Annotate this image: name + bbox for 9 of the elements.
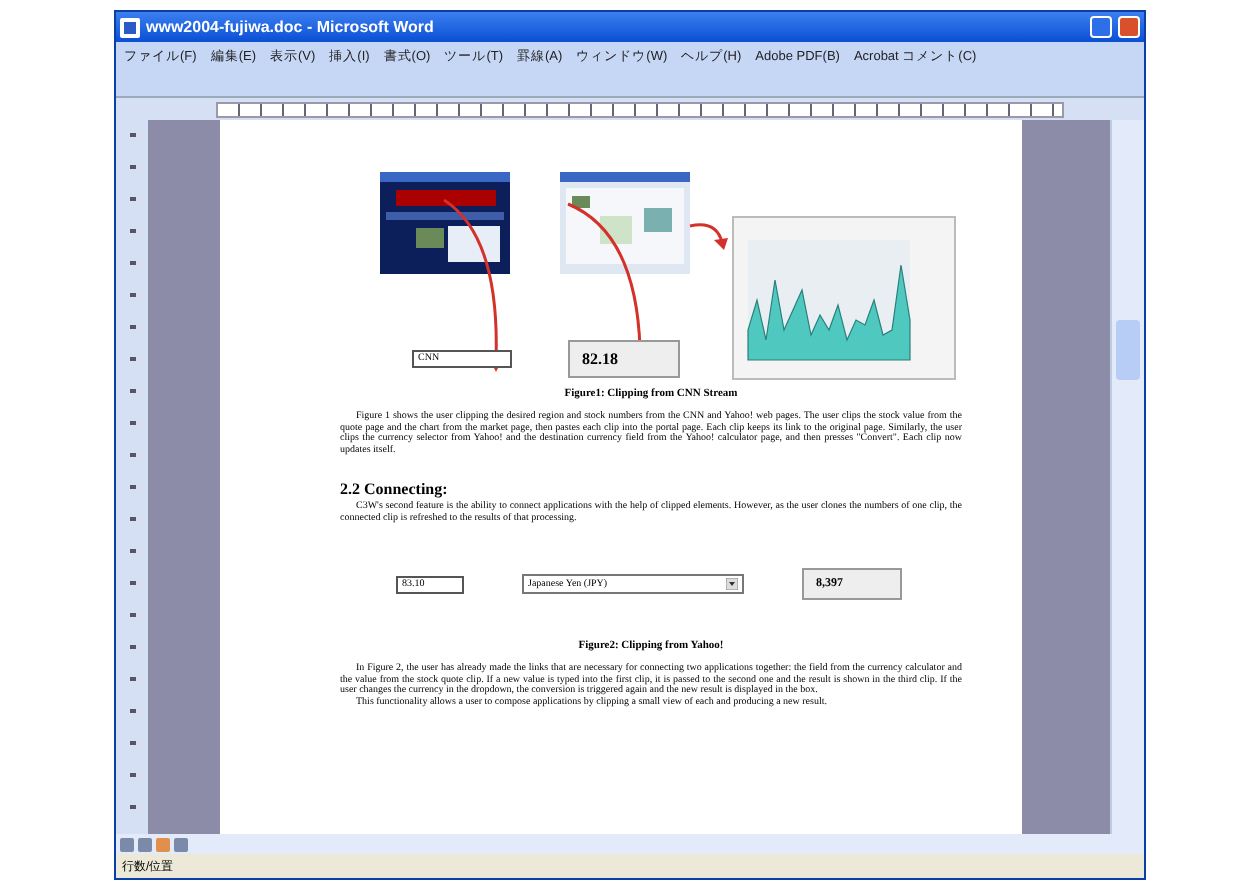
minimize-button[interactable] xyxy=(1090,16,1112,38)
vertical-scrollbar[interactable] xyxy=(1110,120,1144,834)
dropdown-arrow-icon xyxy=(726,578,738,590)
value-box: 82.18 xyxy=(568,340,680,378)
section-heading: 2.2 Connecting: xyxy=(340,480,450,498)
curved-arrow xyxy=(688,220,732,252)
close-button[interactable] xyxy=(1118,16,1140,38)
window-title: www2004-fujiwa.doc - Microsoft Word xyxy=(146,18,436,36)
word-document-icon xyxy=(120,17,140,37)
